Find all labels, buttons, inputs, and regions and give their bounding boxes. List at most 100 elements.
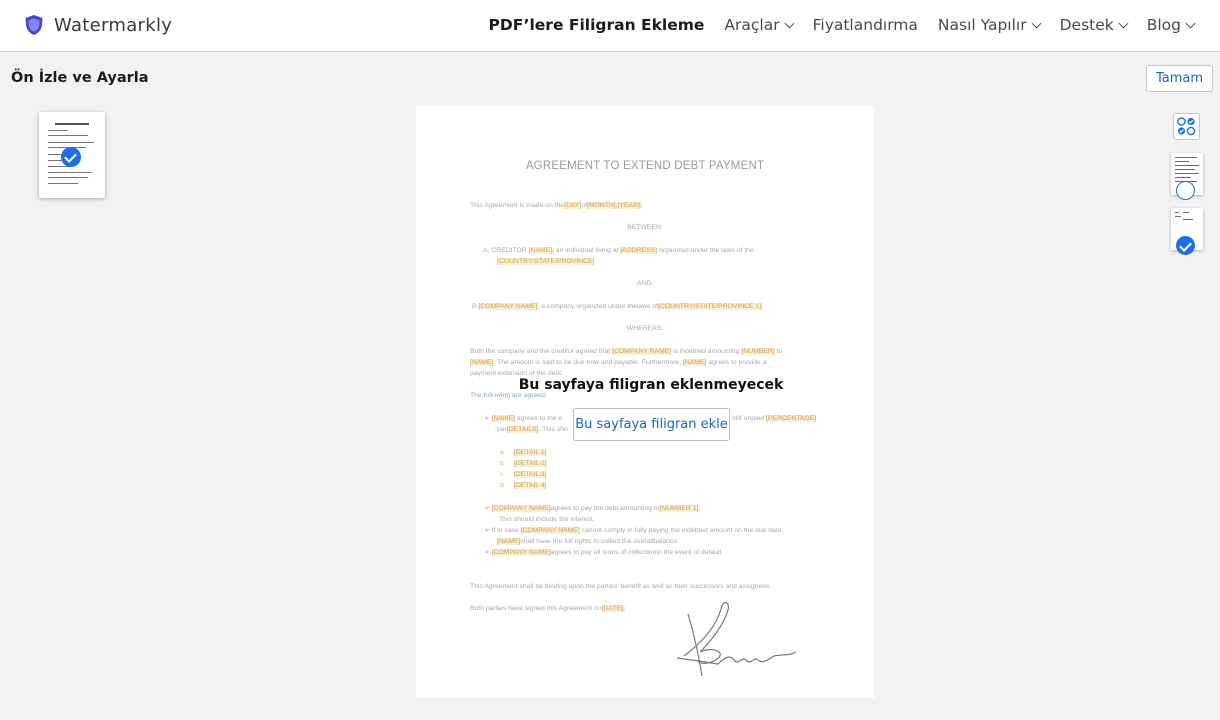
signature-image [676,601,797,677]
placeholder: [COUNTRY/STATE/PROVINCE 1]. [658,303,764,310]
placeholder: [NUMBER] [741,348,775,355]
page-thumbnail[interactable] [39,112,105,198]
nav-label: Nasıl Yapılır [937,16,1027,34]
thumbnail-line [48,130,68,132]
detail-marker: c. [500,471,506,478]
thumbnail-line [1183,212,1189,213]
nav-item-how-to[interactable]: Nasıl Yapılır [937,16,1042,34]
detail-item: c. [DETAIL 3] [500,469,547,480]
text: shall have the full rights to collect th… [520,538,680,545]
text: agrees to provide a [708,359,767,366]
placeholder: [COMPANY NAME], [478,303,540,310]
page-select-radio[interactable] [1176,181,1195,200]
placeholder: [ADDRESS] [620,247,658,254]
page-thumbnail-2[interactable] [1171,208,1203,255]
nav-item-tools[interactable]: Araçlar [724,16,795,34]
placeholder: [NAME] [470,359,494,366]
placeholder: [PERCENTAGE] [766,415,817,422]
top-navigation-bar: Watermarkly PDF’lere Filigran Ekleme Ara… [0,0,1220,52]
detail-marker: d. [500,482,506,489]
document-line: This should include the interest. [499,516,595,523]
thumbnail-line [48,142,94,144]
chevron-down-icon [1031,18,1042,28]
brand-name: Watermarkly [54,14,173,36]
thumbnail-line [1175,165,1199,166]
no-watermark-message: Bu sayfaya filigran eklenmeyecek [518,377,784,393]
nav-label: Araçlar [724,16,780,34]
nav-label: Fiyatlandırma [812,16,918,34]
chevron-down-icon [1118,18,1129,28]
thumbnail-line [48,183,78,185]
detail-marker: b. [500,460,506,467]
text: organized under the laws of the [658,247,754,254]
document-line: [NAME]. The amount is said to be due now… [470,357,766,368]
document-line: [COUNTRY/STATE/PROVINCE]. [497,256,596,267]
text: agrees to the e [516,415,563,422]
document-line: per[DETAILS]. This sho [497,424,568,435]
text: . This sho [538,426,568,433]
thumbnail-line [1175,173,1199,174]
text: agrees to pay the debt amounting to [550,505,660,512]
brand-logo-link[interactable]: Watermarkly [24,14,172,36]
nav-item-blog[interactable]: Blog [1146,16,1196,34]
nav-item-pricing[interactable]: Fiyatlandırma [813,16,918,34]
thumbnail-line [48,172,92,174]
document-line: A. CREDITOR [NAME], an individual living… [483,245,754,256]
document-line: ➢ [NAME] agrees to the e [484,415,563,422]
thumbnail-line [1175,161,1189,162]
text: If in case [491,527,519,534]
done-button[interactable]: Tamam [1146,65,1213,92]
placeholder: [COMPANY NAME] [612,348,672,355]
document-line: ➢ [COMPANY NAME]agrees to pay all sums o… [484,549,724,556]
document-line: ➢ If in case [COMPANY NAME] cannot compl… [484,527,784,534]
text: to [776,348,783,355]
select-all-pages-toggle[interactable] [1173,113,1200,140]
thumbnail-line [1175,216,1181,217]
text: Both the company and the creditor agreed… [470,348,611,355]
text: agrees to pay all sums of collectionin t… [550,549,724,556]
detail-item: b. [DETAIL 2] [500,458,547,469]
thumbnail-line [48,177,88,179]
text: Both parties have signed this Agreement … [470,605,602,612]
text: cannot comply in fully paying the indebt… [581,527,784,534]
placeholder: [DETAIL 4] [514,482,547,489]
check-circle-icon [61,147,81,167]
thumbnail-line [55,123,89,125]
nav-label: Destek [1059,16,1114,34]
text: an individual living at [555,247,619,254]
text: . [594,258,597,265]
document-line: still unpaid [PERCENTAGE] [732,413,817,424]
detail-item: d. [DETAIL 4] [500,480,547,491]
chevron-down-icon [1185,18,1196,28]
document-line: ➢ [COMPANY NAME]agrees to pay the debt a… [484,505,701,512]
thumbnail-line [1183,219,1193,220]
document-line: Both parties have signed this Agreement … [470,603,625,614]
nav-label: Blog [1146,16,1181,34]
nav-item-pdf-watermark[interactable]: PDF’lere Filigran Ekleme [488,16,704,34]
text: per [497,426,507,433]
placeholder: [DETAIL 2] [514,460,547,467]
document-line: This Agreement shall be binding upon the… [470,583,772,590]
add-watermark-to-page-button[interactable]: Bu sayfaya filigran ekle [573,408,730,441]
placeholder: [NUMBER 1]. [659,505,701,512]
document-heading: AND: [636,280,654,287]
placeholder: [DETAIL 1] [514,449,547,456]
placeholder: [DATE]. [601,605,625,612]
placeholder: [NAME] [682,359,707,366]
page-thumbnail-1[interactable] [1171,153,1203,200]
thumbnail-line [1175,177,1191,178]
document-line: B.[COMPANY NAME], a company organized un… [472,301,764,312]
check-circle-icon[interactable] [1176,236,1195,255]
placeholder: [COUNTRY/STATE/PROVINCE] [497,258,595,265]
document-line: This Agreement is made on the[DAY]of[MON… [470,200,642,211]
text: still unpaid [732,415,765,422]
shield-logo-icon [25,15,43,35]
text: . The amount is said to be due now and p… [493,359,682,366]
placeholder: [DAY] [564,202,582,209]
nav-label: PDF’lere Filigran Ekleme [488,16,705,34]
detail-marker: a. [500,449,506,456]
page-title: Ön İzle ve Ayarla [11,70,149,86]
nav-item-support[interactable]: Destek [1059,16,1129,34]
document-heading: WHEREAS: [626,325,664,332]
thumbnail-line [1175,212,1179,213]
